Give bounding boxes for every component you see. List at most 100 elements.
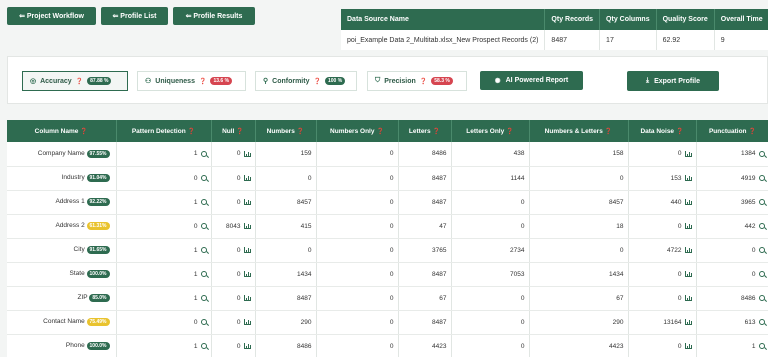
column-header[interactable]: Data Noise ❓ [628,120,697,142]
column-header[interactable]: Letters Only ❓ [451,120,530,142]
search-icon[interactable] [200,270,207,277]
search-icon[interactable] [758,294,765,301]
score-badge: 91.65% [86,246,110,254]
search-icon[interactable] [200,222,207,229]
search-icon[interactable] [758,174,765,181]
column-header[interactable]: Pattern Detection ❓ [116,120,212,142]
ai-powered-report-button[interactable]: ✺ AI Powered Report [480,71,583,90]
null-value: 0 [236,174,241,182]
punct-cell: 8486 [696,286,768,311]
bar-chart-icon[interactable] [684,198,692,205]
bar-chart-icon[interactable] [243,294,251,301]
profile-results-button[interactable]: ⇐ Profile Results [173,7,255,25]
search-icon[interactable] [758,318,765,325]
punct-cell: 0 [696,262,768,287]
precision-label: Precision [384,77,416,85]
letters-only-value: 1144 [510,174,525,182]
letters-cell: 3765 [398,238,452,263]
punct-value: 4919 [741,174,756,182]
search-icon[interactable] [758,246,765,253]
bar-chart-icon[interactable] [684,246,692,253]
help-icon: ❓ [236,128,244,135]
precision-tab[interactable]: ⛉ Precision ❓ 58.3 % [367,71,467,91]
column-name: Contact Name [43,318,85,325]
column-header[interactable]: Numbers & Letters ❓ [529,120,629,142]
num-letters-value: 1434 [609,270,624,278]
data-source-row: poi_Example Data 2_Multitab.xlsx_New Pro… [341,30,768,50]
bar-chart-icon[interactable] [684,270,692,277]
letters-value: 47 [439,222,447,230]
help-icon: ❓ [604,128,613,135]
search-icon[interactable] [200,318,207,325]
column-header[interactable]: Numbers Only ❓ [316,120,399,142]
column-header[interactable]: Letters ❓ [398,120,452,142]
bar-chart-icon[interactable] [684,174,692,181]
bar-chart-icon[interactable] [243,342,251,349]
bar-chart-icon[interactable] [684,318,692,325]
numbers-only-value: 0 [389,246,394,254]
conformity-tab[interactable]: ⚲ Conformity ❓ 100 % [255,71,357,91]
search-icon[interactable] [758,222,765,229]
pattern-cell: 0 [116,214,212,239]
noise-cell: 0 [628,142,697,167]
bar-chart-icon[interactable] [243,246,251,253]
bar-chart-icon[interactable] [684,342,692,349]
pattern-cell: 1 [116,238,212,263]
search-icon[interactable] [758,198,765,205]
search-icon[interactable] [758,150,765,157]
search-icon[interactable] [200,294,207,301]
help-icon: ❓ [432,128,441,135]
column-header[interactable]: Null ❓ [211,120,256,142]
letters-only-cell: 0 [451,310,530,335]
bar-chart-icon[interactable] [684,294,692,301]
search-icon[interactable] [200,174,207,181]
profile-table-container[interactable]: Column Name ❓ Pattern Detection ❓ Null ❓ Nu… [7,120,768,357]
numbers-value: 0 [307,246,312,254]
profile-list-button[interactable]: ⇐ Profile List [101,7,168,25]
pattern-value: 1 [193,198,198,206]
uniqueness-tab[interactable]: ⚇ Uniqueness ❓ 13.6 % [137,71,246,91]
pattern-value: 1 [193,342,198,350]
page: ⇐ Project Workflow ⇐ Profile List ⇐ Prof… [0,0,768,357]
bar-chart-icon[interactable] [243,318,251,325]
num-letters-cell: 0 [529,238,629,263]
column-header[interactable]: Punctuation ❓ [696,120,768,142]
search-icon[interactable] [758,270,765,277]
accuracy-badge: 87.88 % [87,77,112,85]
search-icon[interactable] [200,246,207,253]
overall-time: 9 [714,30,768,50]
column-header[interactable]: Numbers ❓ [255,120,317,142]
column-name-cell: State 100.0% [7,262,117,287]
export-profile-button[interactable]: ⤓ Export Profile [627,71,719,91]
letters-only-cell: 438 [451,142,530,167]
bar-chart-icon[interactable] [243,270,251,277]
target-icon: ◎ [30,78,37,85]
bar-chart-icon[interactable] [243,174,251,181]
letters-value: 4423 [432,342,447,350]
bar-chart-icon[interactable] [684,150,692,157]
users-icon: ⚇ [145,78,152,85]
header-data-source-name: Data Source Name [341,9,546,30]
help-icon: ❓ [296,128,305,135]
column-header[interactable]: Column Name ❓ [7,120,117,142]
letters-cell: 47 [398,214,452,239]
null-cell: 0 [211,142,256,167]
column-name-cell: ZIP 85.0% [7,286,117,311]
null-value: 8043 [226,222,241,230]
search-icon[interactable] [200,150,207,157]
column-name: Address 1 [55,198,85,205]
bar-chart-icon[interactable] [684,222,692,229]
accuracy-tab[interactable]: ◎ Accuracy ❓ 87.88 % [22,71,128,91]
bar-chart-icon[interactable] [243,222,251,229]
search-icon[interactable] [200,342,207,349]
project-workflow-button[interactable]: ⇐ Project Workflow [7,7,96,25]
numbers-cell: 0 [255,166,317,191]
pattern-cell: 1 [116,142,212,167]
search-icon[interactable] [200,198,207,205]
numbers-cell: 8457 [255,190,317,215]
bar-chart-icon[interactable] [243,198,251,205]
data-source-name: poi_Example Data 2_Multitab.xlsx_New Pro… [341,30,546,50]
column-name: Address 2 [55,222,85,229]
bar-chart-icon[interactable] [243,150,251,157]
search-icon[interactable] [758,342,765,349]
